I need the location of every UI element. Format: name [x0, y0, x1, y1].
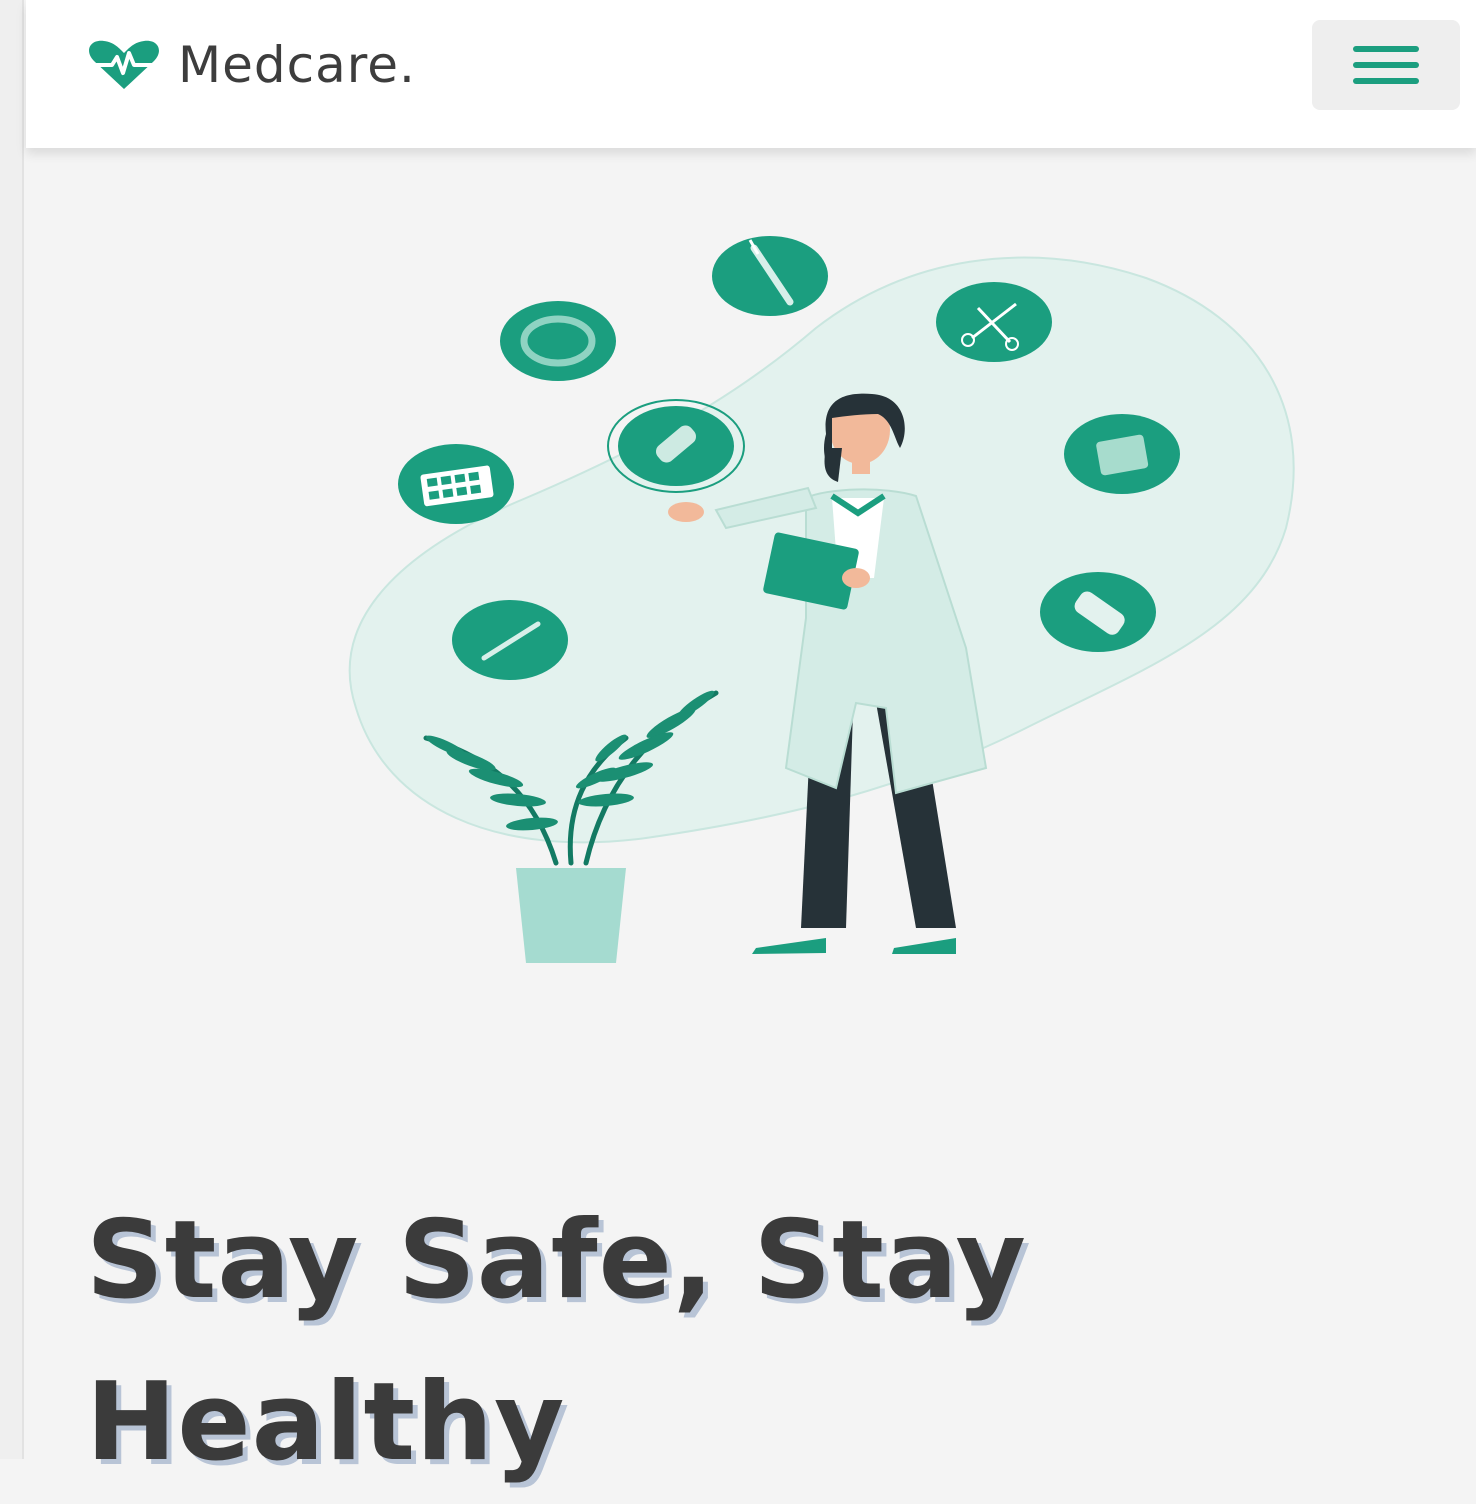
- heart-pulse-icon: [89, 40, 159, 89]
- scissors-circle-icon: [936, 282, 1052, 362]
- navbar: Medcare.: [26, 0, 1476, 148]
- hamburger-menu-icon: [1353, 46, 1419, 84]
- thermometer-circle-icon: [452, 600, 568, 680]
- tablet-box-circle-icon: [1064, 414, 1180, 494]
- brand-logo-link[interactable]: Medcare.: [84, 30, 416, 100]
- pill-strip-circle-icon: [1040, 572, 1156, 652]
- doctor-illustration: [348, 236, 1295, 963]
- pill-pack-circle-icon: [398, 444, 514, 524]
- ring-circle-icon: [500, 301, 616, 381]
- bandage-circle-icon: [607, 399, 745, 493]
- browser-left-edge: [0, 0, 24, 1459]
- brand-name: Medcare.: [178, 36, 416, 94]
- menu-toggle-button[interactable]: [1312, 20, 1460, 110]
- hero-illustration: [26, 148, 1476, 1028]
- syringe-circle-icon: [712, 236, 828, 316]
- hero-title: Stay Safe, Stay Healthy: [86, 1198, 1027, 1485]
